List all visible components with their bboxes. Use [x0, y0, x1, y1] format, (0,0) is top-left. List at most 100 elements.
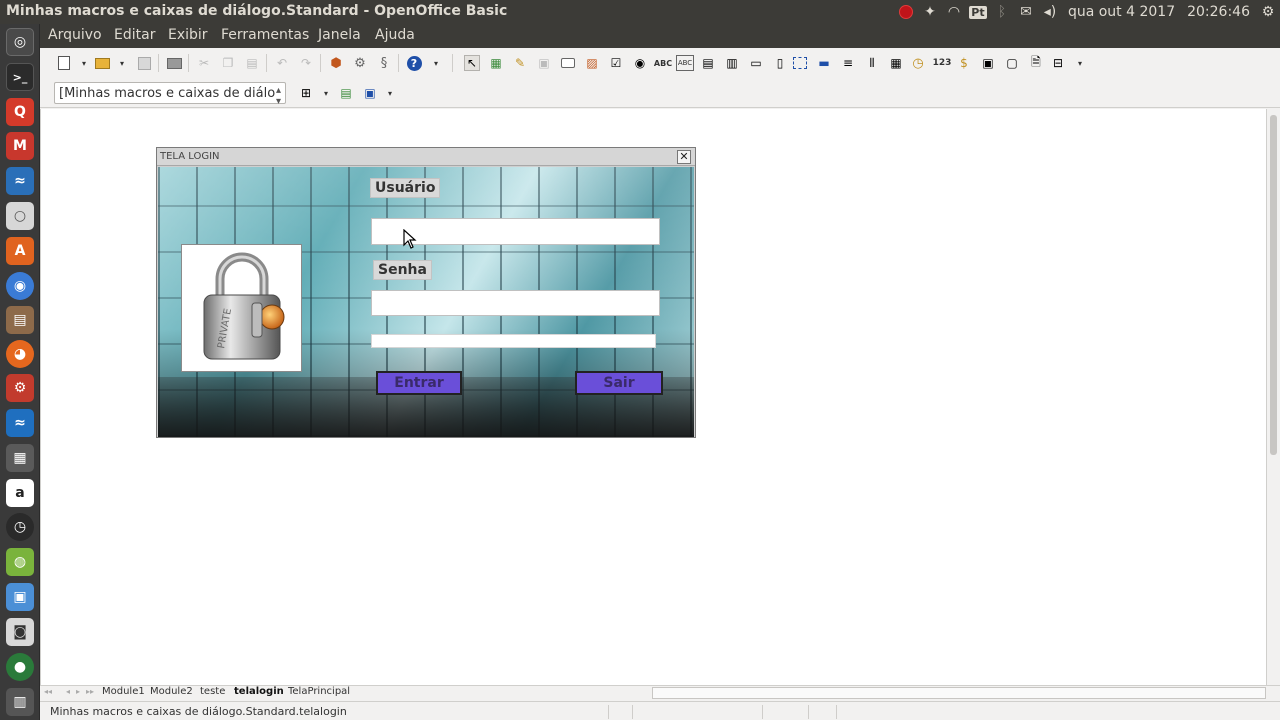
writer-icon[interactable]: ≈ — [6, 167, 34, 195]
date-control-icon[interactable]: ▦ — [888, 55, 904, 71]
disk-icon[interactable]: ○ — [6, 202, 34, 230]
tab-module2[interactable]: Module2 — [146, 686, 197, 700]
image-control-icon[interactable]: ▨ — [584, 55, 600, 71]
trash-icon[interactable]: ▥ — [6, 688, 34, 716]
help-icon[interactable]: ? — [406, 55, 422, 71]
settings-icon[interactable]: ⚙ — [6, 374, 34, 402]
tree-control-icon[interactable]: ⊟ — [1050, 55, 1066, 71]
open-icon[interactable] — [94, 55, 110, 71]
dropdown-arrow-icon[interactable]: ▾ — [76, 55, 92, 71]
scrollbar-control-icon[interactable]: ▭ — [748, 55, 764, 71]
progressbar-control-icon[interactable]: ▬ — [816, 55, 832, 71]
numeric-control-icon[interactable]: 123 — [932, 55, 952, 71]
manage-dialogs-icon[interactable]: ⊞ — [298, 85, 314, 101]
dialog-title-bar[interactable]: TELA LOGIN ✕ — [157, 148, 695, 166]
keyboard-layout[interactable]: Pt — [966, 0, 990, 24]
gmail-icon[interactable]: M — [6, 132, 34, 160]
tab-order-icon[interactable]: ▣ — [536, 55, 552, 71]
new-icon[interactable] — [56, 55, 72, 71]
scroll-thumb[interactable] — [1270, 115, 1277, 455]
gear-icon[interactable]: ⚙ — [1256, 0, 1280, 24]
files-icon[interactable]: ▤ — [6, 306, 34, 334]
tab-nav-next-icon[interactable]: ▸ — [76, 687, 80, 696]
vertical-scrollbar[interactable] — [1266, 109, 1280, 685]
tab-nav-first-icon[interactable]: ◂◂ — [44, 687, 52, 696]
volume-icon[interactable]: ◂) — [1038, 0, 1062, 24]
menu-janela[interactable]: Janela — [318, 27, 361, 43]
tab-nav-prev-icon[interactable]: ◂ — [66, 687, 70, 696]
menu-exibir[interactable]: Exibir — [168, 27, 208, 43]
menu-arquivo[interactable]: Arquivo — [48, 27, 102, 43]
menu-ajuda[interactable]: Ajuda — [375, 27, 415, 43]
modules-icon[interactable]: ⚙ — [352, 55, 368, 71]
password-input[interactable] — [371, 290, 660, 316]
select-module-icon[interactable]: § — [376, 55, 392, 71]
wifi-icon[interactable]: ◠ — [942, 0, 966, 24]
terminal-icon[interactable]: >_ — [6, 63, 34, 91]
insert-controls-icon[interactable]: ▦ — [488, 55, 504, 71]
workspace-icon[interactable]: ● — [6, 653, 34, 681]
time-control-icon[interactable]: ◷ — [910, 55, 926, 71]
vscroll-control-icon[interactable]: ▯ — [772, 55, 788, 71]
toolbar-overflow-icon[interactable]: ▾ — [428, 55, 444, 71]
pattern-control-icon[interactable]: ▢ — [1004, 55, 1020, 71]
record-icon[interactable] — [894, 0, 918, 24]
firefox-icon[interactable]: ◕ — [6, 340, 34, 368]
tab-telaprincipal[interactable]: TelaPrincipal — [284, 686, 354, 700]
macros-icon[interactable]: ⬢ — [328, 55, 344, 71]
menu-editar[interactable]: Editar — [114, 27, 155, 43]
screenshot-icon[interactable]: ▣ — [6, 583, 34, 611]
amazon-icon[interactable]: a — [6, 479, 34, 507]
tab-nav-last-icon[interactable]: ▸▸ — [86, 687, 94, 696]
select-pointer-icon[interactable]: ↖ — [464, 55, 480, 71]
save-icon[interactable] — [136, 55, 152, 71]
dash-icon[interactable]: ◎ — [6, 28, 34, 56]
toolbar-overflow-icon[interactable]: ▾ — [382, 85, 398, 101]
calculator-icon[interactable]: ▦ — [6, 444, 34, 472]
tab-module1[interactable]: Module1 — [98, 686, 149, 700]
insert-source-icon[interactable]: ▤ — [338, 85, 354, 101]
file-control-icon[interactable]: 🗎 — [1028, 55, 1044, 71]
listbox-control-icon[interactable]: ▤ — [700, 55, 716, 71]
clock-time[interactable]: 20:26:46 — [1181, 4, 1256, 20]
import-dialog-icon[interactable]: ▣ — [362, 85, 378, 101]
label-control-icon[interactable]: ABC — [652, 55, 674, 71]
clock-app-icon[interactable]: ◷ — [6, 513, 34, 541]
textbox-control-icon[interactable]: ABC — [676, 55, 694, 71]
software-center-icon[interactable]: A — [6, 237, 34, 265]
combobox-control-icon[interactable]: ▥ — [724, 55, 740, 71]
enter-button[interactable]: Entrar — [376, 371, 462, 395]
print-icon[interactable] — [166, 55, 182, 71]
horizontal-scrollbar[interactable] — [652, 687, 1266, 699]
hline-control-icon[interactable]: ≡ — [840, 55, 856, 71]
message-field[interactable] — [371, 334, 656, 348]
toolbar-overflow-icon[interactable]: ▾ — [1072, 55, 1088, 71]
close-icon[interactable]: ✕ — [677, 150, 691, 164]
login-dialog[interactable]: TELA LOGIN ✕ PRIVATE Usuário Senha Entra… — [156, 147, 696, 438]
tab-telalogin[interactable]: telalogin — [230, 686, 288, 700]
frame-control-icon[interactable] — [792, 55, 808, 71]
vline-control-icon[interactable]: ⫴ — [864, 55, 880, 71]
dropdown-arrow-icon[interactable]: ▾ — [114, 55, 130, 71]
radio-control-icon[interactable]: ◉ — [632, 55, 648, 71]
android-icon[interactable]: ◍ — [6, 548, 34, 576]
dropbox-icon[interactable]: ✦ — [918, 0, 942, 24]
search-app-icon[interactable]: Q — [6, 98, 34, 126]
cut-icon[interactable]: ✂ — [196, 55, 212, 71]
copy-icon[interactable]: ❐ — [220, 55, 236, 71]
library-select[interactable]: [Minhas macros e caixas de diálo ▴ ▾ — [54, 82, 286, 107]
camera-icon[interactable]: ◙ — [6, 618, 34, 646]
bluetooth-icon[interactable]: ᛒ — [990, 0, 1014, 24]
paste-icon[interactable]: ▤ — [244, 55, 260, 71]
clock-date[interactable]: qua out 4 2017 — [1062, 4, 1181, 20]
exit-button[interactable]: Sair — [575, 371, 663, 395]
tab-teste[interactable]: teste — [196, 686, 229, 700]
menu-ferramentas[interactable]: Ferramentas — [221, 27, 309, 43]
currency-control-icon[interactable]: $ — [956, 55, 972, 71]
mail-icon[interactable]: ✉ — [1014, 0, 1038, 24]
redo-icon[interactable]: ↷ — [298, 55, 314, 71]
openoffice-icon[interactable]: ≈ — [6, 409, 34, 437]
dropdown-arrow-icon[interactable]: ▾ — [318, 85, 334, 101]
undo-icon[interactable]: ↶ — [274, 55, 290, 71]
button-control-icon[interactable] — [560, 55, 576, 71]
